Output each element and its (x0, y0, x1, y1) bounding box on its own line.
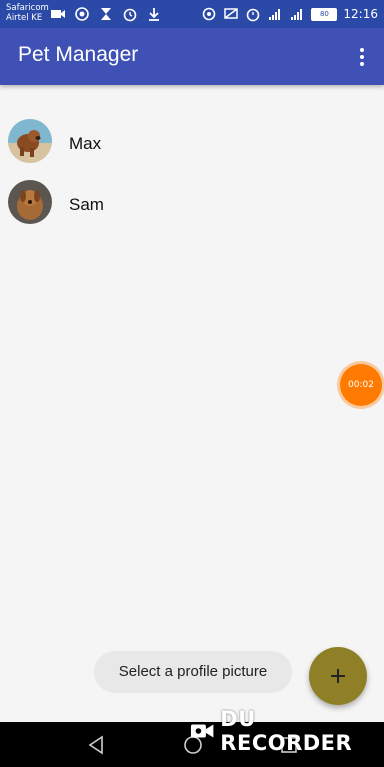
list-item-pet-sam[interactable]: Sam (0, 174, 384, 230)
alarm-icon (247, 8, 260, 22)
recorder-timer-bubble[interactable]: 00:02 (340, 364, 382, 406)
status-bar: Safaricom Airtel KE 80 12:16 (0, 0, 384, 28)
pet-name: Max (69, 134, 102, 153)
battery-indicator: 80 (311, 7, 338, 21)
signal-icon (291, 9, 303, 20)
list-item-pet-max[interactable]: Max (0, 113, 384, 169)
avatar (8, 180, 52, 224)
download-icon (149, 8, 159, 21)
avatar (8, 119, 52, 163)
watermark-text: DU RECORDER (220, 707, 353, 755)
notification-icons (50, 4, 162, 24)
status-clock: 12:16 (343, 7, 378, 21)
video-camera-icon (190, 724, 214, 738)
toast-message: Select a profile picture (94, 651, 292, 693)
recorder-watermark: DU RECORDER (190, 707, 384, 755)
video-camera-icon (51, 10, 65, 18)
pet-name: Sam (69, 195, 104, 214)
app-title: Pet Manager (18, 43, 139, 66)
system-icons: 80 12:16 (201, 4, 378, 24)
more-vert-icon[interactable] (352, 42, 372, 72)
carrier-primary: Safaricom (6, 3, 49, 13)
cast-icon (224, 8, 239, 19)
alarm-clock-icon (123, 8, 137, 22)
dog-photo-icon (8, 119, 52, 163)
add-pet-button[interactable] (309, 647, 367, 705)
back-icon[interactable] (86, 734, 108, 756)
carrier-info: Safaricom Airtel KE (6, 3, 49, 23)
app-bar: Pet Manager (0, 28, 384, 85)
plus-icon (331, 669, 345, 683)
eye-icon (75, 7, 89, 21)
hourglass-icon (101, 8, 111, 20)
dog-photo-icon (8, 180, 52, 224)
signal-icon (269, 9, 281, 20)
vpn-key-icon (203, 7, 216, 21)
carrier-secondary: Airtel KE (6, 13, 43, 23)
